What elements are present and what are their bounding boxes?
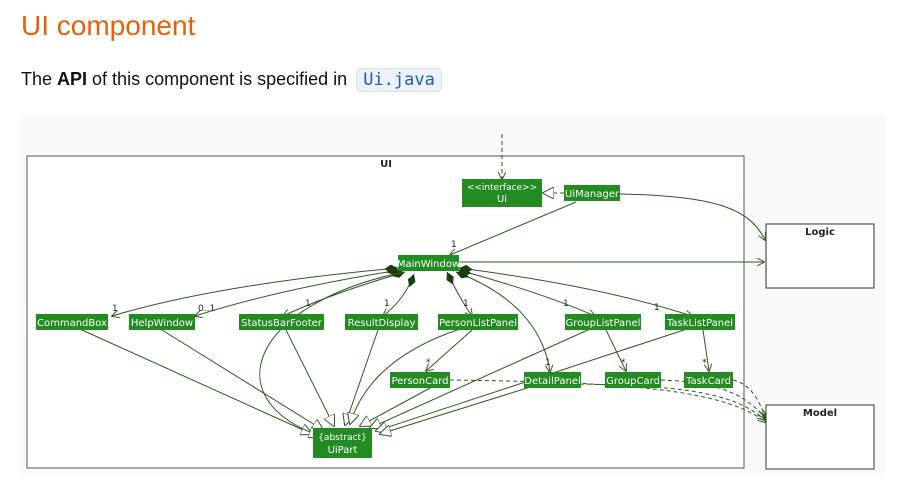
personlistpanel-box[interactable]: PersonListPanel <box>438 314 518 330</box>
ui-interface-name: Ui <box>497 194 507 205</box>
ui-interface-stereotype: <<interface>> <box>467 183 537 193</box>
uipart-label: UiPart <box>328 445 358 456</box>
tasklistpanel-box[interactable]: TaskListPanel <box>665 314 735 330</box>
mult-groupcard: * <box>621 358 626 368</box>
groupcard-box[interactable]: GroupCard <box>605 372 661 388</box>
personcard-box[interactable]: PersonCard <box>390 372 450 388</box>
helpwindow-box[interactable]: HelpWindow <box>129 314 195 330</box>
personlistpanel-label: PersonListPanel <box>439 318 517 329</box>
intro-middle: of this component is specified in <box>87 69 348 89</box>
mult-tasklistpanel: 1 <box>654 303 660 313</box>
resultdisplay-box[interactable]: ResultDisplay <box>345 314 418 330</box>
mult-mainwindow: 1 <box>451 240 457 250</box>
groupcard-label: GroupCard <box>606 376 660 387</box>
taskcard-label: TaskCard <box>685 376 731 387</box>
grouplistpanel-box[interactable]: GroupListPanel <box>565 314 641 330</box>
uimanager-box[interactable]: UiManager <box>564 185 620 201</box>
grouplistpanel-label: GroupListPanel <box>566 318 641 329</box>
logic-label: Logic <box>805 227 835 238</box>
logic-component: Logic <box>765 223 875 289</box>
intro-paragraph: The API of this component is specified i… <box>21 68 442 92</box>
ui-java-code[interactable]: Ui.java <box>356 68 442 92</box>
personcard-label: PersonCard <box>392 376 449 387</box>
tasklistpanel-label: TaskListPanel <box>666 318 733 329</box>
mult-commandbox: 1 <box>112 304 118 314</box>
resultdisplay-label: ResultDisplay <box>348 318 416 329</box>
uimanager-label: UiManager <box>565 189 620 200</box>
detailpanel-box[interactable]: DetailPanel <box>524 372 581 388</box>
ui-package-label: UI <box>380 159 392 170</box>
mult-grouplistpanel: 1 <box>563 299 569 309</box>
mainwindow-label: MainWindow <box>397 259 460 270</box>
mult-detailpanel: 1 <box>545 358 551 368</box>
mult-personlistpanel: 1 <box>463 299 469 309</box>
detailpanel-label: DetailPanel <box>524 376 580 387</box>
statusbarfooter-label: StatusBarFooter <box>241 318 323 329</box>
model-label: Model <box>803 408 837 419</box>
mult-statusbar: 1 <box>305 299 311 309</box>
model-component: Model <box>765 404 875 470</box>
mult-helpwindow: 0..1 <box>198 304 215 314</box>
mult-personcard: * <box>426 358 431 368</box>
intro-api-term: API <box>57 69 88 89</box>
commandbox-label: CommandBox <box>37 318 107 329</box>
uipart-box[interactable]: {abstract} UiPart <box>313 428 372 458</box>
helpwindow-label: HelpWindow <box>131 318 193 329</box>
mainwindow-box[interactable]: MainWindow <box>397 255 460 271</box>
taskcard-box[interactable]: TaskCard <box>684 372 733 388</box>
statusbarfooter-box[interactable]: StatusBarFooter <box>239 314 324 330</box>
mult-resultdisplay: 1 <box>384 299 390 309</box>
ui-interface-box[interactable]: <<interface>> Ui <box>462 179 542 207</box>
commandbox-box[interactable]: CommandBox <box>36 314 108 330</box>
uipart-stereotype: {abstract} <box>318 433 367 443</box>
ui-class-diagram: UI Logic Model 1 1 0..1 1 1 1 1 1 * * * … <box>20 114 885 474</box>
intro-prefix: The <box>21 69 58 89</box>
mult-taskcard: * <box>702 358 707 368</box>
page-title: UI component <box>21 10 196 41</box>
